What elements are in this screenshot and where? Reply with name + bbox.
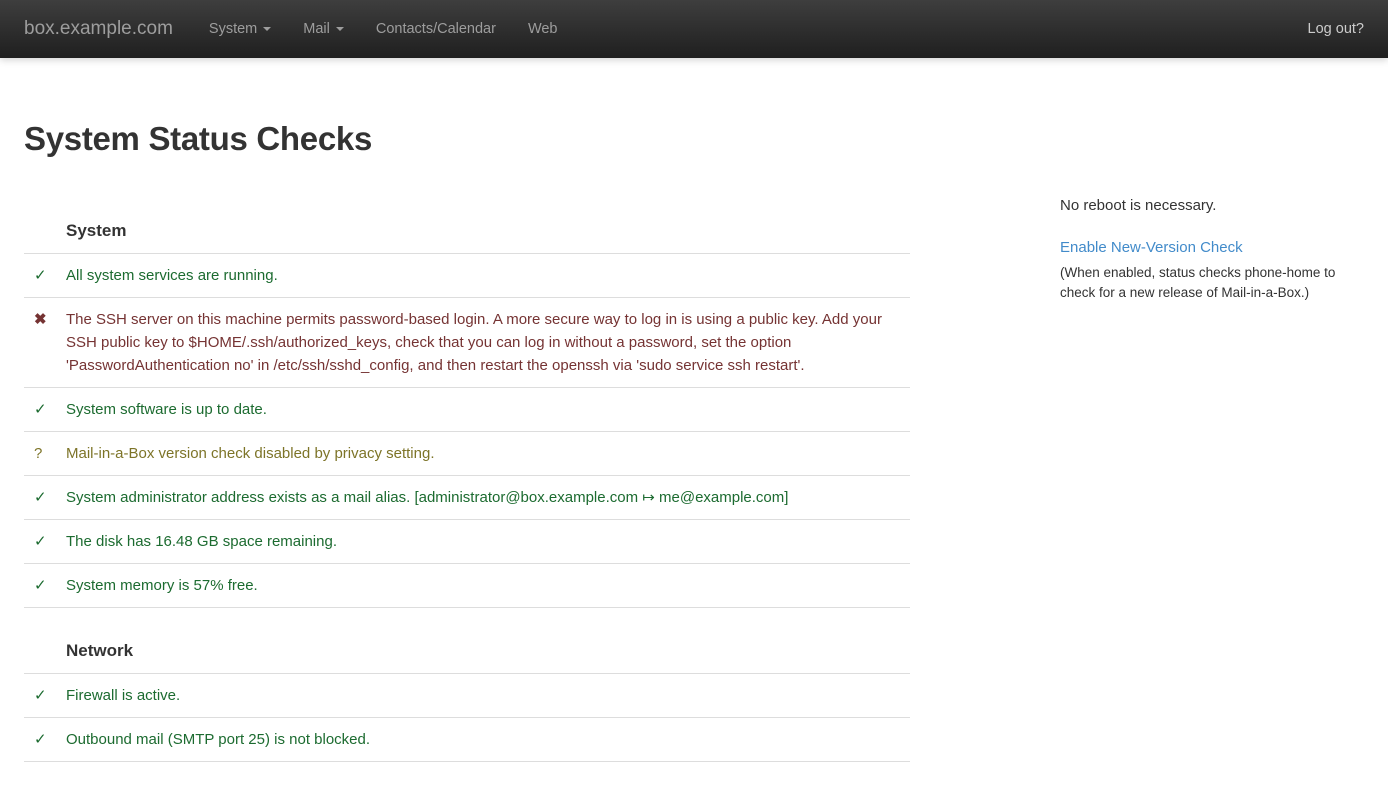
nav-link-mail[interactable]: Mail — [287, 0, 360, 58]
status-checks-table: System ✓ All system services are running… — [24, 188, 910, 762]
section-heading-spacer — [24, 608, 66, 674]
status-ok-icon: ✓ — [24, 254, 66, 298]
nav-link-system[interactable]: System — [193, 0, 287, 58]
chevron-down-icon — [336, 27, 344, 31]
check-row: ✓ System administrator address exists as… — [24, 476, 910, 520]
check-text: The SSH server on this machine permits p… — [66, 298, 910, 388]
check-text: Mail-in-a-Box version check disabled by … — [66, 432, 910, 476]
status-checks-column: System Status Checks System ✓ All system… — [24, 58, 910, 762]
nav-item-mail: Mail — [287, 0, 360, 58]
check-text: The disk has 16.48 GB space remaining. — [66, 520, 910, 564]
check-text: System software is up to date. — [66, 388, 910, 432]
status-sidebar: No reboot is necessary. Enable New-Versi… — [1060, 58, 1362, 762]
section-heading: System — [66, 188, 910, 254]
logout-link[interactable]: Log out? — [1308, 0, 1364, 58]
section-heading-spacer — [24, 188, 66, 254]
status-ok-icon: ✓ — [24, 476, 66, 520]
check-row: ✓ System memory is 57% free. — [24, 564, 910, 608]
nav-item-system: System — [193, 0, 287, 58]
status-ok-icon: ✓ — [24, 718, 66, 762]
status-ok-icon: ✓ — [24, 674, 66, 718]
status-ok-icon: ✓ — [24, 520, 66, 564]
check-row: ✓ Outbound mail (SMTP port 25) is not bl… — [24, 718, 910, 762]
check-text: Firewall is active. — [66, 674, 910, 718]
check-row: ? Mail-in-a-Box version check disabled b… — [24, 432, 910, 476]
section-heading-row: Network — [24, 608, 910, 674]
check-row: ✓ All system services are running. — [24, 254, 910, 298]
status-warning-icon: ? — [24, 432, 66, 476]
version-check-note: (When enabled, status checks phone-home … — [1060, 263, 1362, 303]
nav-item-contacts-calendar: Contacts/Calendar — [360, 0, 512, 58]
check-text: All system services are running. — [66, 254, 910, 298]
status-ok-icon: ✓ — [24, 564, 66, 608]
nav-link-web[interactable]: Web — [512, 0, 574, 58]
page-title: System Status Checks — [24, 120, 910, 158]
section-heading: Network — [66, 608, 910, 674]
top-navbar: box.example.com System Mail Contacts/Cal… — [0, 0, 1388, 58]
check-row: ✓ Firewall is active. — [24, 674, 910, 718]
enable-version-check-link[interactable]: Enable New-Version Check — [1060, 239, 1243, 256]
section-heading-row: System — [24, 188, 910, 254]
reboot-status: No reboot is necessary. — [1060, 197, 1362, 214]
navbar-brand[interactable]: box.example.com — [24, 0, 173, 58]
check-text: System administrator address exists as a… — [66, 476, 910, 520]
check-row: ✓ The disk has 16.48 GB space remaining. — [24, 520, 910, 564]
nav-link-contacts-calendar[interactable]: Contacts/Calendar — [360, 0, 512, 58]
check-text: System memory is 57% free. — [66, 564, 910, 608]
nav-item-web: Web — [512, 0, 574, 58]
status-error-icon: ✖ — [24, 298, 66, 388]
check-text: Outbound mail (SMTP port 25) is not bloc… — [66, 718, 910, 762]
check-row: ✖ The SSH server on this machine permits… — [24, 298, 910, 388]
chevron-down-icon — [263, 27, 271, 31]
navbar-menu: System Mail Contacts/Calendar Web — [193, 0, 574, 58]
status-ok-icon: ✓ — [24, 388, 66, 432]
check-row: ✓ System software is up to date. — [24, 388, 910, 432]
page-content: System Status Checks System ✓ All system… — [0, 58, 1388, 762]
